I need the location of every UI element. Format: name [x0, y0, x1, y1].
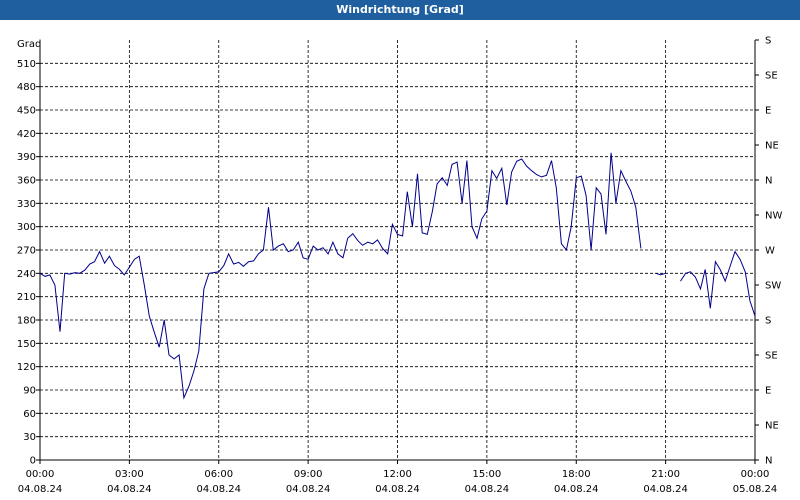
chart-title: Windrichtung [Grad]	[0, 0, 800, 20]
y2-tick-label: W	[765, 246, 775, 257]
wind-direction-chart: 0 30 60 90 120 150 180 210 240 270 300 330 360 390 420…	[17, 36, 783, 496]
y-tick-label: 210	[17, 292, 36, 303]
y-tick-label: 420	[17, 129, 36, 140]
y2-tick-label: S	[765, 36, 771, 47]
y-tick-label: 120	[17, 362, 36, 373]
y-tick-label: 360	[17, 176, 36, 187]
y-tick-label: 0	[30, 456, 36, 467]
y-tick-label: 330	[17, 199, 36, 210]
series-line-segment	[680, 250, 756, 317]
y2-tick-label: NW	[765, 211, 782, 222]
y-tick-label: 510	[17, 59, 36, 70]
x-tick-date: 04.08.24	[554, 484, 599, 495]
x-tick-date: 04.08.24	[643, 484, 688, 495]
y2-tick-label: SE	[765, 351, 778, 362]
x-tick-date: 04.08.24	[18, 484, 63, 495]
x-tick-time: 06:00	[204, 469, 233, 480]
y-tick-label: 150	[17, 339, 36, 350]
y-tick-label: 60	[23, 409, 36, 420]
y2-tick-label: N	[765, 456, 772, 467]
y-tick-label: 240	[17, 269, 36, 280]
y2-tick-label: E	[765, 106, 771, 117]
x-tick-date: 04.08.24	[286, 484, 331, 495]
y2-tick-label: S	[765, 316, 771, 327]
y-tick-label: 270	[17, 246, 36, 257]
y2-tick-label: NE	[765, 141, 779, 152]
y-tick-label: 180	[17, 316, 36, 327]
y2-tick-label: SE	[765, 71, 778, 82]
y2-tick-label: E	[765, 386, 771, 397]
y-tick-label: 300	[17, 222, 36, 233]
y2-tick-label: SW	[765, 281, 781, 292]
series-line-segment	[39, 152, 642, 400]
x-tick-time: 00:00	[741, 469, 770, 480]
y-tick-label: 450	[17, 106, 36, 117]
x-tick-time: 21:00	[651, 469, 680, 480]
x-tick-time: 18:00	[562, 469, 591, 480]
tick-labels: 0 30 60 90 120 150 180 210 240 270 300 330 360 390 420…	[17, 36, 783, 496]
grid	[40, 40, 755, 460]
x-tick-date: 04.08.24	[107, 484, 152, 495]
y-axis-label: Grad	[17, 39, 41, 50]
x-tick-date: 05.08.24	[733, 484, 778, 495]
y-tick-label: 90	[23, 386, 36, 397]
x-tick-time: 03:00	[115, 469, 144, 480]
x-tick-date: 04.08.24	[465, 484, 510, 495]
x-tick-time: 15:00	[472, 469, 501, 480]
y-tick-label: 390	[17, 152, 36, 163]
x-tick-time: 12:00	[383, 469, 412, 480]
y-tick-label: 480	[17, 82, 36, 93]
x-tick-date: 04.08.24	[375, 484, 420, 495]
x-tick-time: 09:00	[294, 469, 323, 480]
y2-tick-label: N	[765, 176, 772, 187]
y2-tick-label: NE	[765, 421, 779, 432]
x-tick-date: 04.08.24	[196, 484, 241, 495]
x-tick-time: 00:00	[26, 469, 55, 480]
y-tick-label: 30	[23, 432, 36, 443]
